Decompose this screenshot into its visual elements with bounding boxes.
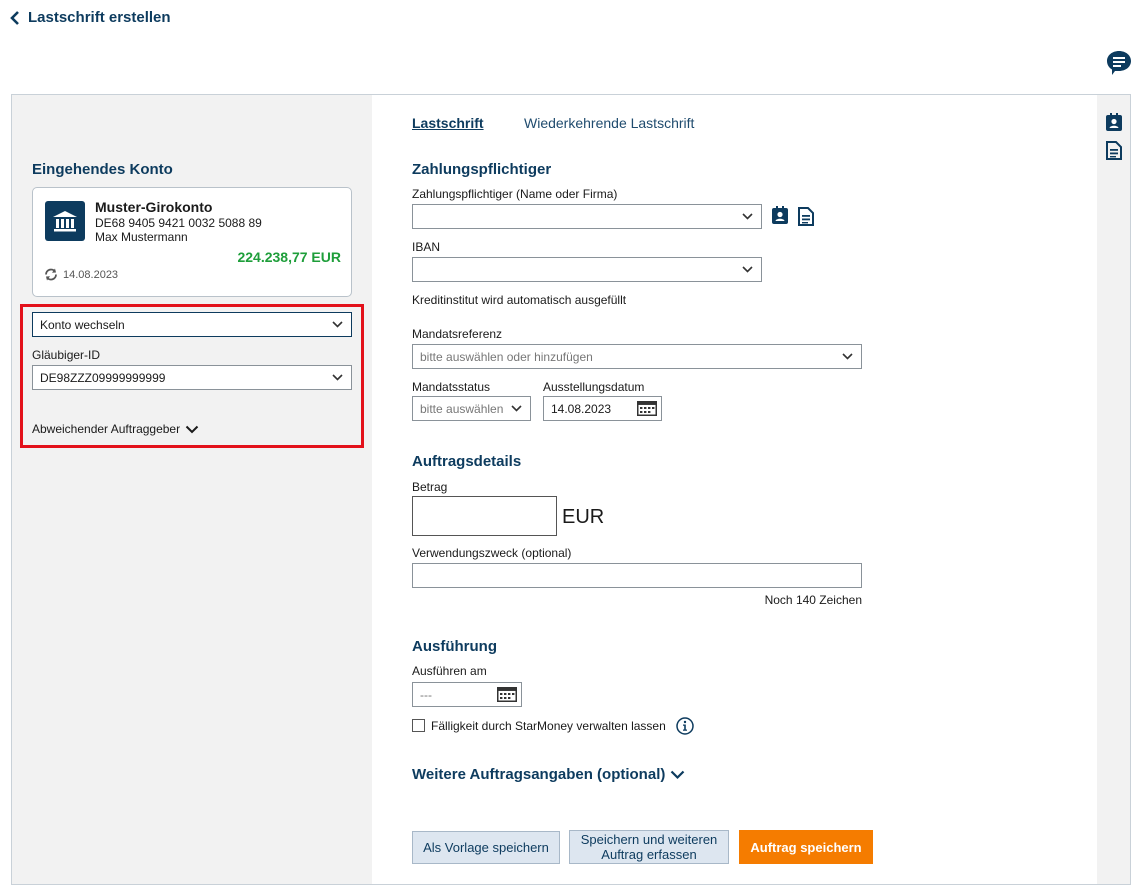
amount-label: Betrag xyxy=(412,480,448,494)
chevron-down-icon xyxy=(742,213,753,220)
currency-label: EUR xyxy=(562,506,605,528)
template-document-icon[interactable] xyxy=(798,207,814,226)
chars-left: Noch 140 Zeichen xyxy=(764,593,862,607)
order-details-title: Auftragsdetails xyxy=(412,453,522,470)
chevron-down-icon xyxy=(671,770,685,779)
mandate-status-select[interactable]: bitte auswählen xyxy=(412,396,531,421)
execution-title: Ausführung xyxy=(412,638,497,655)
chevron-down-icon xyxy=(742,266,753,273)
more-details-toggle[interactable]: Weitere Auftragsangaben (optional) xyxy=(412,766,685,783)
execute-on-label: Ausführen am xyxy=(412,664,487,678)
refresh-icon[interactable] xyxy=(43,268,59,281)
document-icon[interactable] xyxy=(1106,141,1122,160)
purpose-input[interactable] xyxy=(412,563,862,588)
account-card[interactable]: Muster-Girokonto DE68 9405 9421 0032 508… xyxy=(32,187,352,297)
other-principal-toggle[interactable]: Abweichender Auftraggeber xyxy=(32,422,199,436)
save-and-new-button[interactable]: Speichern und weiteren Auftrag erfassen xyxy=(569,830,729,864)
chevron-left-icon xyxy=(10,10,19,25)
mandate-status-label: Mandatsstatus xyxy=(412,380,491,394)
chevron-down-icon xyxy=(332,374,343,381)
page-title: Lastschrift erstellen xyxy=(28,9,171,26)
account-owner: Max Mustermann xyxy=(95,230,188,244)
info-icon[interactable] xyxy=(676,717,694,735)
payer-name-select[interactable] xyxy=(412,204,762,229)
account-date: 14.08.2023 xyxy=(63,268,119,281)
bank-icon xyxy=(45,201,85,241)
execute-date-field[interactable]: --- xyxy=(412,682,522,707)
payer-name-label: Zahlungspflichtiger (Name oder Firma) xyxy=(412,187,618,201)
due-date-checkbox[interactable] xyxy=(412,719,425,732)
chat-icon[interactable] xyxy=(1106,50,1132,76)
mandate-ref-select[interactable]: bitte auswählen oder hinzufügen xyxy=(412,344,862,369)
switch-account-select[interactable]: Konto wechseln xyxy=(32,312,352,337)
more-details-title: Weitere Auftragsangaben (optional) xyxy=(412,766,666,783)
address-book-icon[interactable] xyxy=(771,206,789,225)
side-toolbar xyxy=(1097,95,1130,884)
due-date-checkbox-label: Fälligkeit durch StarMoney verwalten las… xyxy=(431,719,666,733)
contacts-icon[interactable] xyxy=(1105,113,1123,132)
issue-date-field[interactable]: 14.08.2023 xyxy=(543,396,662,421)
iban-select[interactable] xyxy=(412,257,762,282)
tab-recurring[interactable]: Wiederkehrende Lastschrift xyxy=(524,115,694,131)
account-iban: DE68 9405 9421 0032 5088 89 xyxy=(95,216,262,230)
save-template-button[interactable]: Als Vorlage speichern xyxy=(412,831,560,864)
payer-title: Zahlungspflichtiger xyxy=(412,161,552,178)
amount-input[interactable] xyxy=(412,496,557,536)
purpose-label: Verwendungszweck (optional) xyxy=(412,546,572,560)
chevron-down-icon xyxy=(842,353,853,360)
creditor-id-label: Gläubiger-ID xyxy=(32,348,101,362)
account-name: Muster-Girokonto xyxy=(95,199,213,215)
chevron-down-icon xyxy=(185,425,199,433)
save-order-button[interactable]: Auftrag speichern xyxy=(739,830,873,864)
issue-date-label: Ausstellungsdatum xyxy=(543,380,645,394)
chevron-down-icon xyxy=(332,321,343,328)
tab-lastschrift[interactable]: Lastschrift xyxy=(412,115,484,131)
back-button[interactable]: Lastschrift erstellen xyxy=(10,9,171,26)
calendar-icon[interactable] xyxy=(637,401,657,416)
creditor-id-select[interactable]: DE98ZZZ09999999999 xyxy=(32,365,352,390)
iban-label: IBAN xyxy=(412,240,441,254)
mandate-ref-label: Mandatsreferenz xyxy=(412,327,503,341)
chevron-down-icon xyxy=(511,405,522,412)
calendar-icon[interactable] xyxy=(497,687,517,702)
account-balance: 224.238,77 EUR xyxy=(237,249,341,265)
bank-note: Kreditinstitut wird automatisch ausgefül… xyxy=(412,293,627,307)
incoming-account-title: Eingehendes Konto xyxy=(32,161,173,178)
